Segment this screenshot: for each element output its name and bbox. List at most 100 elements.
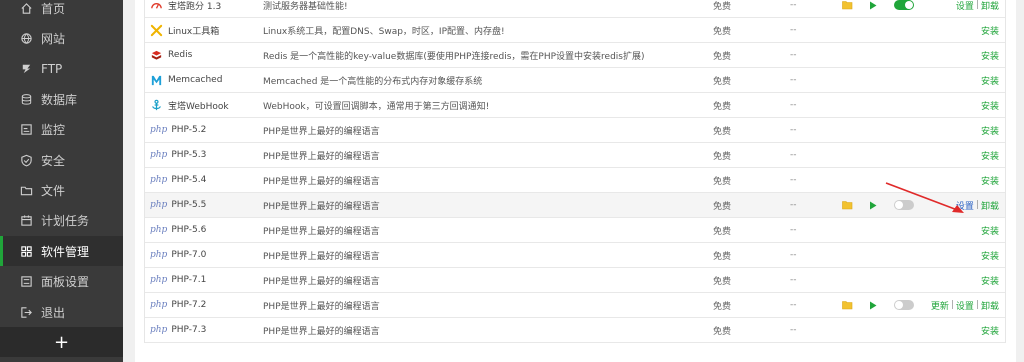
software-name-cell: php PHP-7.0 [150, 243, 255, 267]
table-row: php PHP-5.6 PHP是世界上最好的编程语言 免费 -- 安装 [145, 218, 1005, 243]
operation-link[interactable]: 安装 [981, 49, 999, 62]
monitor-icon [19, 123, 33, 137]
software-desc: Redis 是一个高性能的key-value数据库(要使用PHP连接redis，… [263, 51, 645, 62]
software-expire: -- [790, 50, 797, 60]
operations: 安装 [889, 268, 999, 292]
sidebar-item-label: 面板设置 [41, 275, 90, 290]
ftp-icon [19, 62, 33, 76]
operations: 安装 [889, 168, 999, 192]
sidebar-item[interactable]: 软件管理 [0, 236, 123, 267]
sidebar-item[interactable]: 安全 [0, 145, 123, 175]
sidebar-item[interactable]: 网站 [0, 23, 123, 53]
operation-link[interactable]: 安装 [981, 274, 999, 287]
sidebar-item[interactable]: 计划任务 [0, 206, 123, 236]
software-name-cell: php PHP-7.1 [150, 268, 255, 292]
operation-link[interactable]: 安装 [981, 174, 999, 187]
php-icon: php [150, 300, 168, 310]
operation-link[interactable]: 安装 [981, 224, 999, 237]
operation-link[interactable]: 安装 [981, 24, 999, 37]
software-expire: -- [790, 150, 797, 160]
operation-link[interactable]: 卸载 [981, 299, 999, 312]
software-name-cell: 宝塔WebHook [150, 93, 255, 117]
operation-link[interactable]: 安装 [981, 124, 999, 137]
sidebar-item-label: 退出 [41, 305, 66, 320]
sidebar-item[interactable]: FTP [0, 54, 123, 84]
software-desc: Linux系统工具，配置DNS、Swap，时区，IP配置、内存盘! [263, 26, 505, 37]
open-folder-icon[interactable] [840, 0, 854, 17]
software-expire: -- [790, 0, 797, 10]
software-name-cell: php PHP-5.2 [150, 118, 255, 142]
open-folder-icon[interactable] [840, 193, 854, 217]
software-name-cell: Linux工具箱 [150, 18, 255, 42]
operation-link[interactable]: 安装 [981, 324, 999, 337]
operation-link[interactable]: 设置 [956, 0, 974, 12]
sidebar-item[interactable]: 监控 [0, 115, 123, 145]
operations: 设置 | 卸载 [889, 0, 999, 17]
sidebar-item-label: 数据库 [41, 92, 78, 107]
sidebar-item-label: FTP [41, 61, 63, 76]
software-name: PHP-7.0 [171, 250, 207, 260]
software-name: 宝塔跑分 1.3 [168, 1, 222, 12]
software-name-cell: Memcached [150, 68, 255, 92]
operation-link[interactable]: 安装 [981, 249, 999, 262]
software-name: PHP-7.2 [171, 300, 207, 310]
open-folder-icon[interactable] [840, 293, 854, 317]
sidebar-item[interactable]: 首页 [0, 0, 123, 23]
operations: 安装 [889, 18, 999, 42]
sidebar-item[interactable]: 退出 [0, 297, 123, 327]
operations: 安装 [889, 43, 999, 67]
software-expire: -- [790, 100, 797, 110]
software-price: 免费 [713, 51, 732, 62]
play-icon[interactable] [867, 293, 879, 317]
software-name: Linux工具箱 [168, 26, 220, 37]
shield-icon [19, 153, 33, 167]
sidebar-item-label: 首页 [41, 1, 66, 16]
software-price: 免费 [713, 76, 732, 87]
php-icon: php [150, 125, 168, 135]
sidebar-item[interactable]: 面板设置 [0, 267, 123, 297]
software-name-cell: php PHP-5.5 [150, 193, 255, 217]
software-desc: PHP是世界上最好的编程语言 [263, 176, 380, 187]
separator: | [950, 300, 954, 310]
operation-link[interactable]: 设置 [956, 199, 974, 212]
operation-link[interactable]: 安装 [981, 149, 999, 162]
software-desc: PHP是世界上最好的编程语言 [263, 126, 380, 137]
software-price: 免费 [713, 176, 732, 187]
separator: | [975, 200, 979, 210]
software-name: PHP-7.3 [171, 325, 207, 335]
operation-link[interactable]: 安装 [981, 74, 999, 87]
software-price: 免费 [713, 101, 732, 112]
operation-link[interactable]: 设置 [956, 299, 974, 312]
software-desc: PHP是世界上最好的编程语言 [263, 326, 380, 337]
software-name-cell: php PHP-5.6 [150, 218, 255, 242]
software-desc: PHP是世界上最好的编程语言 [263, 226, 380, 237]
software-name: 宝塔WebHook [168, 101, 229, 112]
sidebar-item-label: 计划任务 [41, 214, 90, 229]
sidebar-item[interactable]: 文件 [0, 175, 123, 205]
table-row: php PHP-5.3 PHP是世界上最好的编程语言 免费 -- 安装 [145, 143, 1005, 168]
sidebar-item[interactable]: 数据库 [0, 84, 123, 114]
globe-icon [19, 31, 33, 45]
add-button[interactable]: + [0, 327, 123, 357]
php-icon: php [150, 150, 168, 160]
operation-link[interactable]: 卸载 [981, 0, 999, 12]
main-content: 宝塔跑分 1.3 测试服务器基础性能! 免费 -- 设置 | 卸载 Linux工具箱 Linux… [123, 0, 1024, 362]
home-icon [19, 1, 33, 15]
software-name-cell: Redis [150, 43, 255, 67]
software-expire: -- [790, 325, 797, 335]
operation-link[interactable]: 更新 [931, 299, 949, 312]
table-row: 宝塔跑分 1.3 测试服务器基础性能! 免费 -- 设置 | 卸载 [145, 0, 1005, 18]
settings-icon [19, 275, 33, 289]
table-row: php PHP-5.2 PHP是世界上最好的编程语言 免费 -- 安装 [145, 118, 1005, 143]
play-icon[interactable] [867, 0, 879, 17]
operations: 更新 | 设置 | 卸载 [889, 293, 999, 317]
software-name: Redis [168, 50, 193, 60]
speedometer-icon [150, 0, 163, 12]
php-icon: php [150, 225, 168, 235]
software-desc: Memcached 是一个高性能的分布式内存对象缓存系统 [263, 76, 483, 87]
play-icon[interactable] [867, 193, 879, 217]
operations: 安装 [889, 93, 999, 117]
operation-link[interactable]: 卸载 [981, 199, 999, 212]
table-row: php PHP-7.3 PHP是世界上最好的编程语言 免费 -- 安装 [145, 318, 1005, 343]
operation-link[interactable]: 安装 [981, 99, 999, 112]
